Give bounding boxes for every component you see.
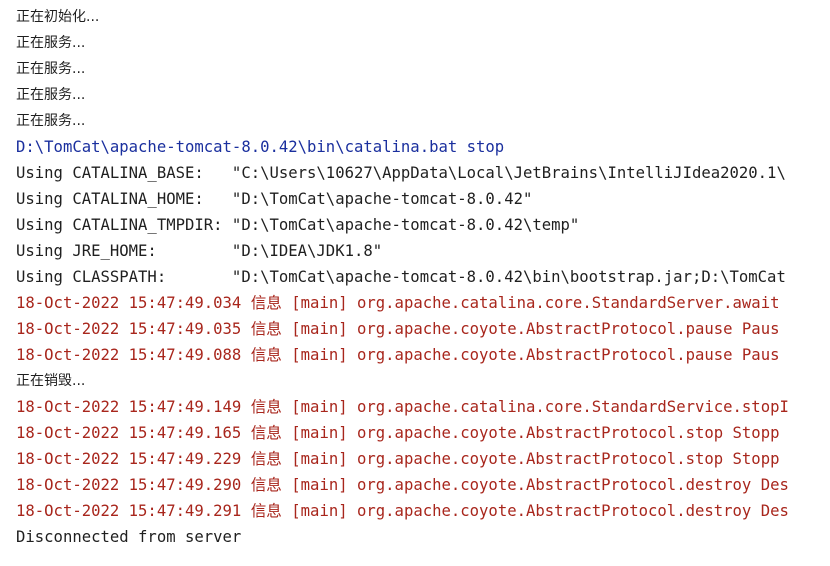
console-line: 正在服务... [16,113,86,129]
console-command-line: D:\TomCat\apache-tomcat-8.0.42\bin\catal… [16,138,505,156]
console-line: 正在服务... [16,87,86,103]
console-line: Disconnected from server [16,528,242,546]
console-line: Using CATALINA_HOME: "D:\TomCat\apache-t… [16,190,533,208]
console-log-line: 18-Oct-2022 15:47:49.290 信息 [main] org.a… [16,476,789,494]
console-log-line: 18-Oct-2022 15:47:49.229 信息 [main] org.a… [16,450,780,468]
console-log-line: 18-Oct-2022 15:47:49.034 信息 [main] org.a… [16,294,780,312]
console-line: 正在服务... [16,61,86,77]
console-log-line: 18-Oct-2022 15:47:49.149 信息 [main] org.a… [16,398,789,416]
console-output-panel[interactable]: 正在初始化... 正在服务... 正在服务... 正在服务... 正在服务...… [0,0,830,566]
console-line: Using JRE_HOME: "D:\IDEA\JDK1.8" [16,242,383,260]
console-log-line: 18-Oct-2022 15:47:49.088 信息 [main] org.a… [16,346,780,364]
console-line: Using CATALINA_BASE: "C:\Users\10627\App… [16,164,786,182]
console-log-line: 18-Oct-2022 15:47:49.291 信息 [main] org.a… [16,502,789,520]
console-line: 正在销毁... [16,373,86,389]
console-line: 正在服务... [16,35,86,51]
console-lines: 正在初始化... 正在服务... 正在服务... 正在服务... 正在服务...… [16,4,830,550]
console-log-line: 18-Oct-2022 15:47:49.165 信息 [main] org.a… [16,424,780,442]
console-line: Using CATALINA_TMPDIR: "D:\TomCat\apache… [16,216,580,234]
console-log-line: 18-Oct-2022 15:47:49.035 信息 [main] org.a… [16,320,780,338]
console-line: 正在初始化... [16,9,100,25]
console-line: Using CLASSPATH: "D:\TomCat\apache-tomca… [16,268,786,286]
